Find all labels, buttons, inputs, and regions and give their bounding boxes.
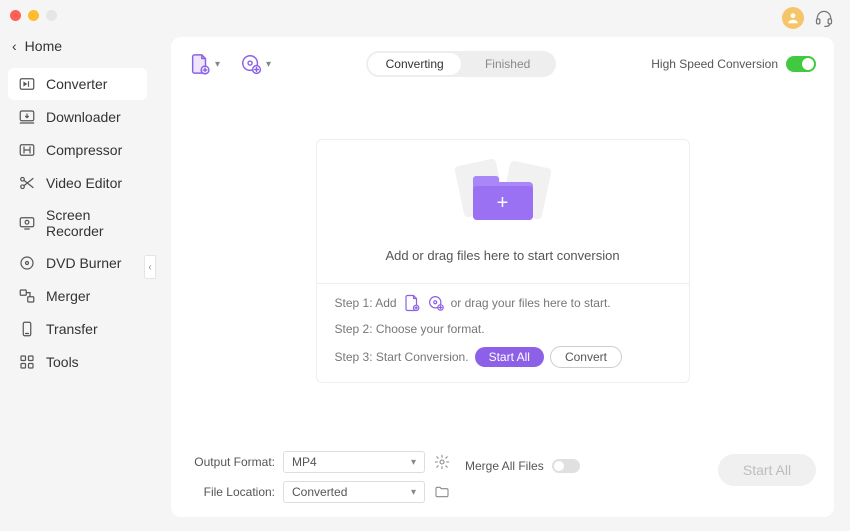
sidebar-item-merger[interactable]: Merger	[8, 280, 147, 312]
main: ▾ ▾ Converting Finished High Speed Conve…	[155, 0, 850, 531]
drop-zone[interactable]: + Add or drag files here to start conver…	[316, 139, 690, 383]
sidebar-item-label: Video Editor	[46, 175, 122, 191]
tab-finished[interactable]: Finished	[461, 53, 554, 75]
open-folder-icon[interactable]	[433, 483, 451, 501]
chevron-down-icon: ▾	[411, 487, 416, 498]
chevron-down-icon: ▾	[266, 59, 271, 70]
add-file-icon	[189, 53, 211, 75]
footer-bar: Output Format: MP4 ▾ File Location: Conv…	[171, 441, 834, 517]
merger-icon	[18, 287, 36, 305]
add-file-icon[interactable]	[403, 294, 421, 312]
minimize-dot[interactable]	[28, 10, 39, 21]
sidebar-item-video-editor[interactable]: Video Editor	[8, 167, 147, 199]
sidebar-item-label: Merger	[46, 288, 90, 304]
sidebar-item-tools[interactable]: Tools	[8, 346, 147, 378]
avatar[interactable]	[782, 7, 804, 29]
compressor-icon	[18, 141, 36, 159]
folder-plus-icon: +	[473, 186, 533, 220]
sidebar-item-label: DVD Burner	[46, 255, 121, 271]
sidebar-item-downloader[interactable]: Downloader	[8, 101, 147, 133]
chevron-down-icon: ▾	[215, 59, 220, 70]
file-location-select[interactable]: Converted ▾	[283, 481, 425, 503]
sidebar: ‹ Home Converter Downloader Compressor V…	[0, 0, 155, 531]
drop-message: Add or drag files here to start conversi…	[385, 248, 619, 263]
step-2: Step 2: Choose your format.	[335, 322, 671, 336]
merge-row: Merge All Files	[465, 459, 580, 473]
output-settings-icon[interactable]	[433, 453, 451, 471]
file-location-label: File Location:	[189, 485, 275, 499]
step-1: Step 1: Add or drag your files here to s…	[335, 294, 671, 312]
close-dot[interactable]	[10, 10, 21, 21]
high-speed-toggle[interactable]	[786, 56, 816, 72]
transfer-icon	[18, 320, 36, 338]
drop-illustration: +	[455, 162, 551, 230]
sidebar-item-dvd-burner[interactable]: DVD Burner	[8, 247, 147, 279]
converter-icon	[18, 75, 36, 93]
disc-icon	[18, 254, 36, 272]
window-traffic-lights	[0, 0, 155, 30]
high-speed-toggle-row: High Speed Conversion	[651, 56, 816, 72]
steps: Step 1: Add or drag your files here to s…	[317, 283, 689, 382]
chevron-left-icon: ‹	[12, 38, 17, 54]
sidebar-nav: Converter Downloader Compressor Video Ed…	[0, 62, 155, 378]
add-disc-icon[interactable]	[427, 294, 445, 312]
sidebar-item-converter[interactable]: Converter	[8, 68, 147, 100]
sidebar-item-transfer[interactable]: Transfer	[8, 313, 147, 345]
tab-converting[interactable]: Converting	[368, 53, 461, 75]
sidebar-item-label: Screen Recorder	[46, 207, 137, 239]
sidebar-item-label: Converter	[46, 76, 107, 92]
sidebar-collapse-handle[interactable]: ‹	[144, 255, 156, 279]
download-icon	[18, 108, 36, 126]
sidebar-item-compressor[interactable]: Compressor	[8, 134, 147, 166]
topbar	[155, 0, 850, 36]
sidebar-item-screen-recorder[interactable]: Screen Recorder	[8, 200, 147, 246]
add-disc-button[interactable]: ▾	[240, 53, 271, 75]
start-all-pill[interactable]: Start All	[475, 347, 544, 367]
step-3: Step 3: Start Conversion. Start All Conv…	[335, 346, 671, 368]
merge-label: Merge All Files	[465, 459, 544, 473]
output-format-label: Output Format:	[189, 455, 275, 469]
scissors-icon	[18, 174, 36, 192]
home-label: Home	[25, 38, 62, 54]
start-all-button[interactable]: Start All	[718, 454, 816, 486]
chevron-down-icon: ▾	[411, 457, 416, 468]
sidebar-item-label: Tools	[46, 354, 79, 370]
support-headset-icon[interactable]	[814, 8, 834, 28]
convert-pill[interactable]: Convert	[550, 346, 622, 368]
merge-toggle[interactable]	[552, 459, 580, 473]
add-file-button[interactable]: ▾	[189, 53, 220, 75]
output-format-select[interactable]: MP4 ▾	[283, 451, 425, 473]
add-disc-icon	[240, 53, 262, 75]
panel-toolbar: ▾ ▾ Converting Finished High Speed Conve…	[189, 51, 816, 77]
tabs-segmented: Converting Finished	[366, 51, 556, 77]
high-speed-label: High Speed Conversion	[651, 57, 778, 71]
sidebar-item-label: Compressor	[46, 142, 122, 158]
screen-recorder-icon	[18, 214, 36, 232]
content-panel: ▾ ▾ Converting Finished High Speed Conve…	[171, 37, 834, 517]
home-back[interactable]: ‹ Home	[0, 30, 155, 62]
grid-icon	[18, 353, 36, 371]
zoom-dot[interactable]	[46, 10, 57, 21]
sidebar-item-label: Downloader	[46, 109, 121, 125]
sidebar-item-label: Transfer	[46, 321, 98, 337]
